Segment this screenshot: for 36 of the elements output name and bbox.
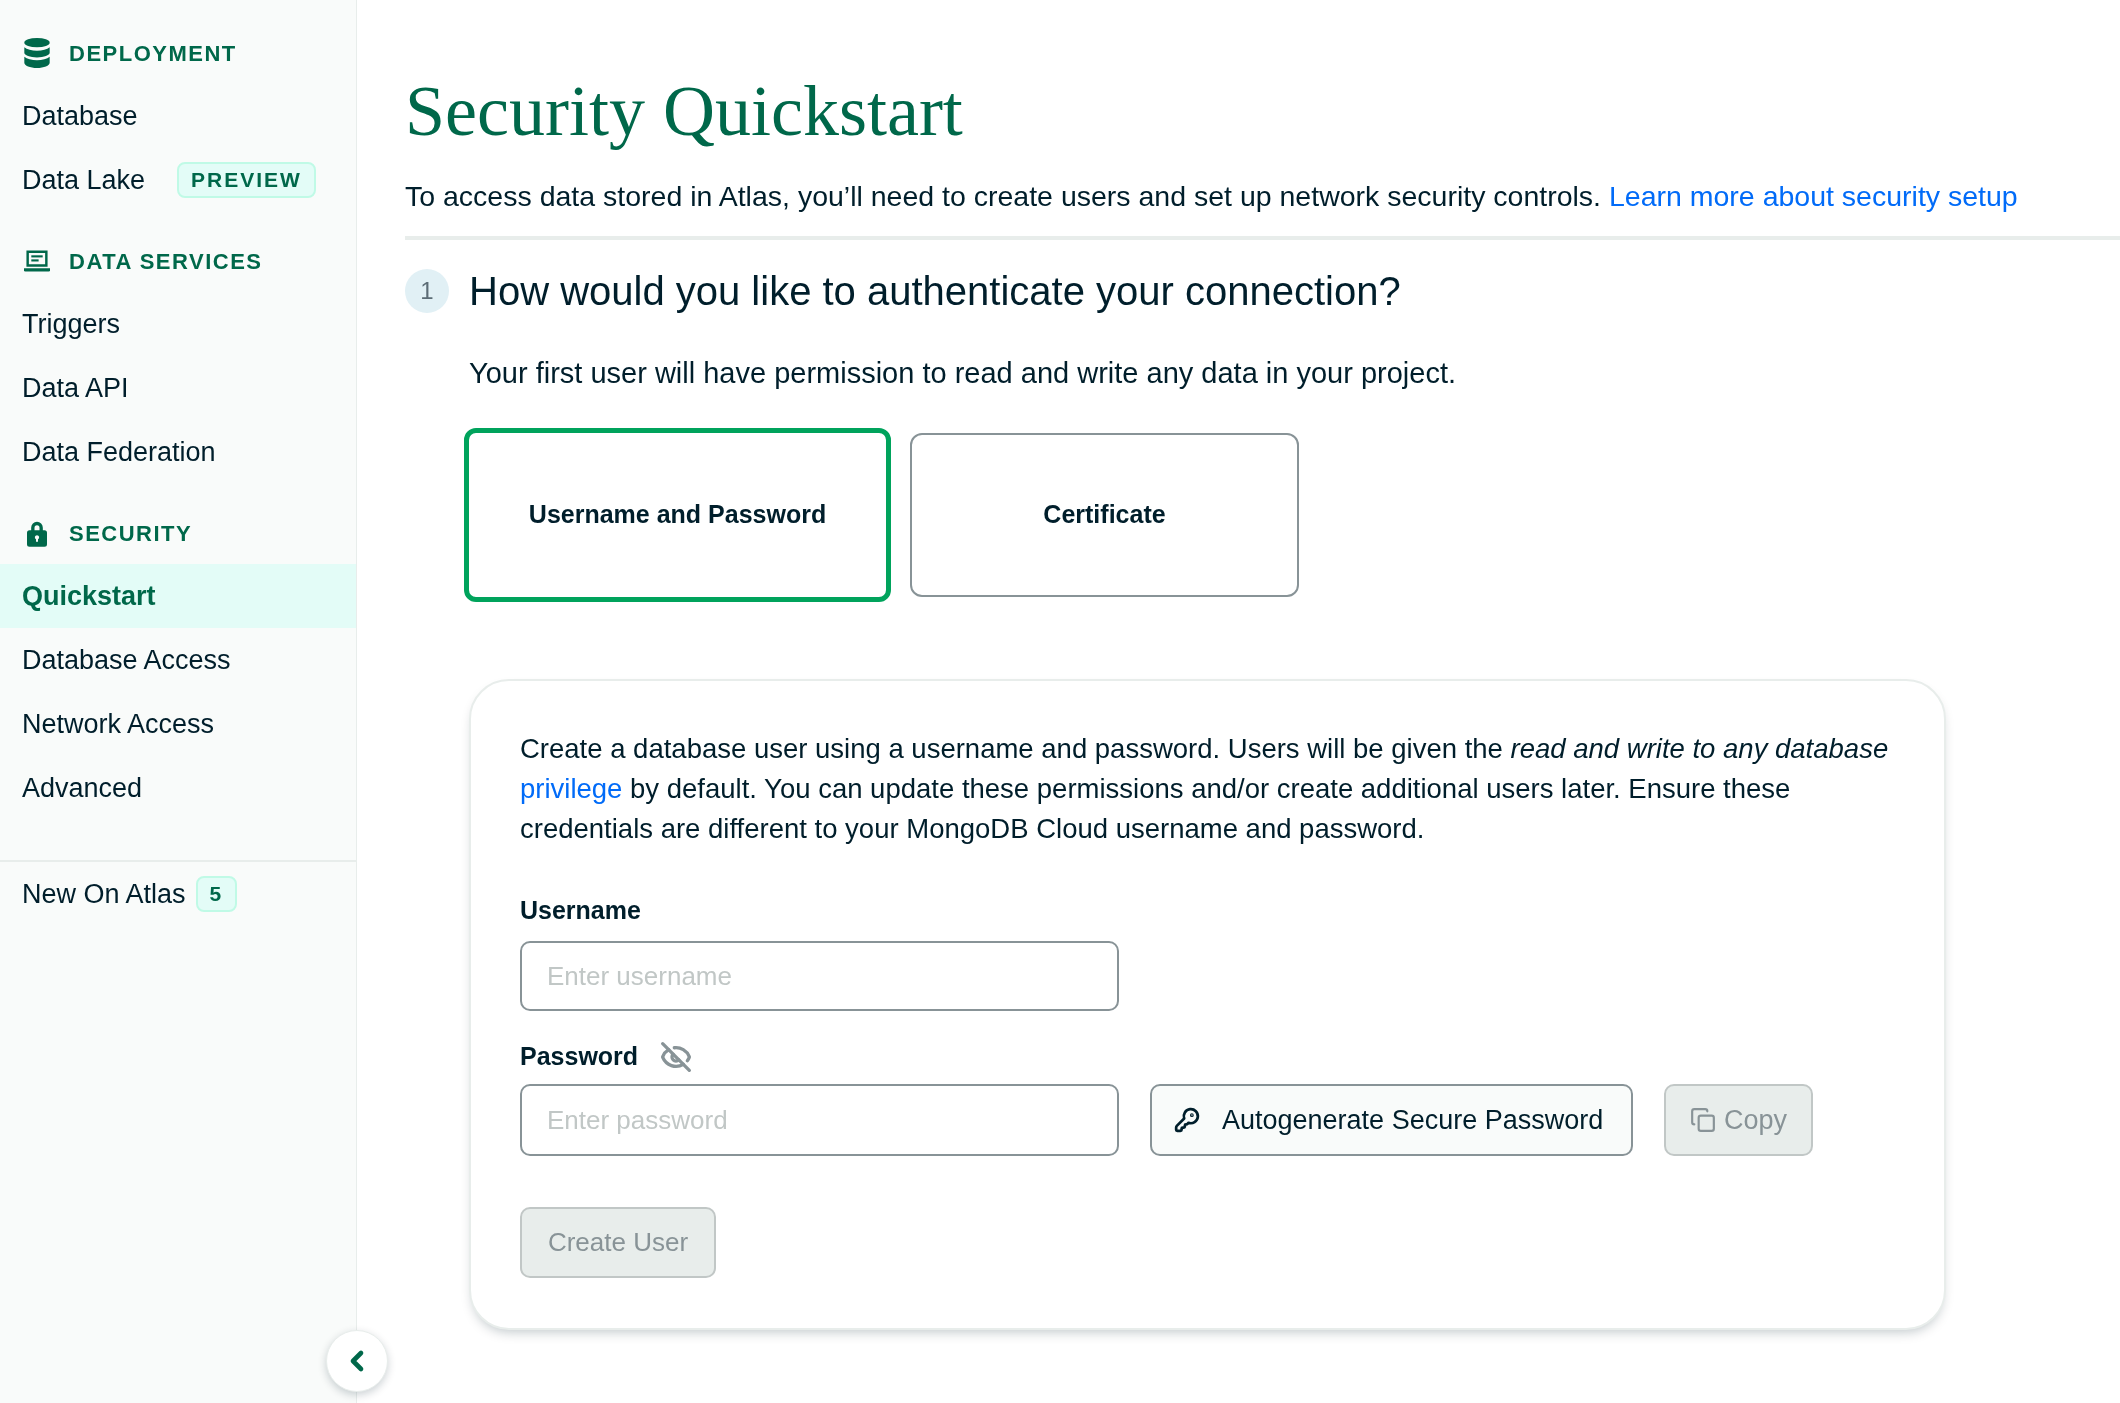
step-heading: How would you like to authenticate your connection? bbox=[469, 269, 1401, 313]
page-title: Security Quickstart bbox=[405, 71, 963, 151]
auth-option-card[interactable]: Username and Password bbox=[464, 428, 891, 602]
tag-badge: PREVIEW bbox=[177, 162, 316, 198]
count-badge: 5 bbox=[195, 876, 238, 912]
sidebar-item[interactable]: Triggers bbox=[0, 292, 356, 356]
username-field[interactable]: Enter username bbox=[520, 941, 1119, 1011]
copy-icon bbox=[1690, 1107, 1716, 1133]
sidebar-item[interactable]: Network Access bbox=[0, 692, 356, 756]
auth-option-card[interactable]: Certificate bbox=[910, 433, 1299, 597]
password-label: Password bbox=[520, 1041, 639, 1073]
privilege-link[interactable]: privilege bbox=[520, 773, 623, 804]
sidebar-item[interactable]: Advanced bbox=[0, 756, 356, 820]
database-icon bbox=[24, 38, 50, 68]
step-subtitle: Your first user will have permission to read and write any data in your project. bbox=[469, 356, 1457, 391]
sidebar-item[interactable]: Database bbox=[0, 84, 356, 148]
sidebar-item[interactable]: Data Lake PREVIEW bbox=[0, 148, 356, 212]
section-heading: DATA SERVICES bbox=[69, 247, 263, 276]
sidebar-item[interactable]: Data API bbox=[0, 356, 356, 420]
username-label: Username bbox=[520, 895, 641, 926]
lock-icon bbox=[27, 519, 47, 547]
sidebar-item[interactable]: Quickstart bbox=[0, 564, 356, 628]
security-setup-link[interactable]: Learn more about security setup bbox=[1608, 180, 2018, 212]
step-number: 1 bbox=[405, 269, 449, 313]
intro-text: To access data stored in Atlas, you’ll need to create users and set up network security controls. Learn more about security setup bbox=[405, 179, 2018, 214]
sidebar-item[interactable]: New On Atlas 5 bbox=[0, 862, 356, 926]
password-field[interactable]: Enter password bbox=[520, 1084, 1119, 1156]
laptop-icon bbox=[24, 250, 50, 272]
sidebar-item[interactable]: Database Access bbox=[0, 628, 356, 692]
autogenerate-password-button[interactable]: Autogenerate Secure Password bbox=[1150, 1084, 1633, 1156]
key-icon bbox=[1174, 1107, 1200, 1133]
sidebar-item[interactable]: Data Federation bbox=[0, 420, 356, 484]
description-text: Create a database user using a username and password. Users will be given the read and write to any database privilege by default. You can update these permissions and/or create additional users later. Ensure these credentials are different to your MongoDB Cloud username and password. bbox=[520, 732, 1890, 846]
eye-off-icon[interactable] bbox=[660, 1041, 693, 1073]
section-heading: DEPLOYMENT bbox=[69, 39, 237, 68]
section-heading: SECURITY bbox=[69, 519, 193, 548]
